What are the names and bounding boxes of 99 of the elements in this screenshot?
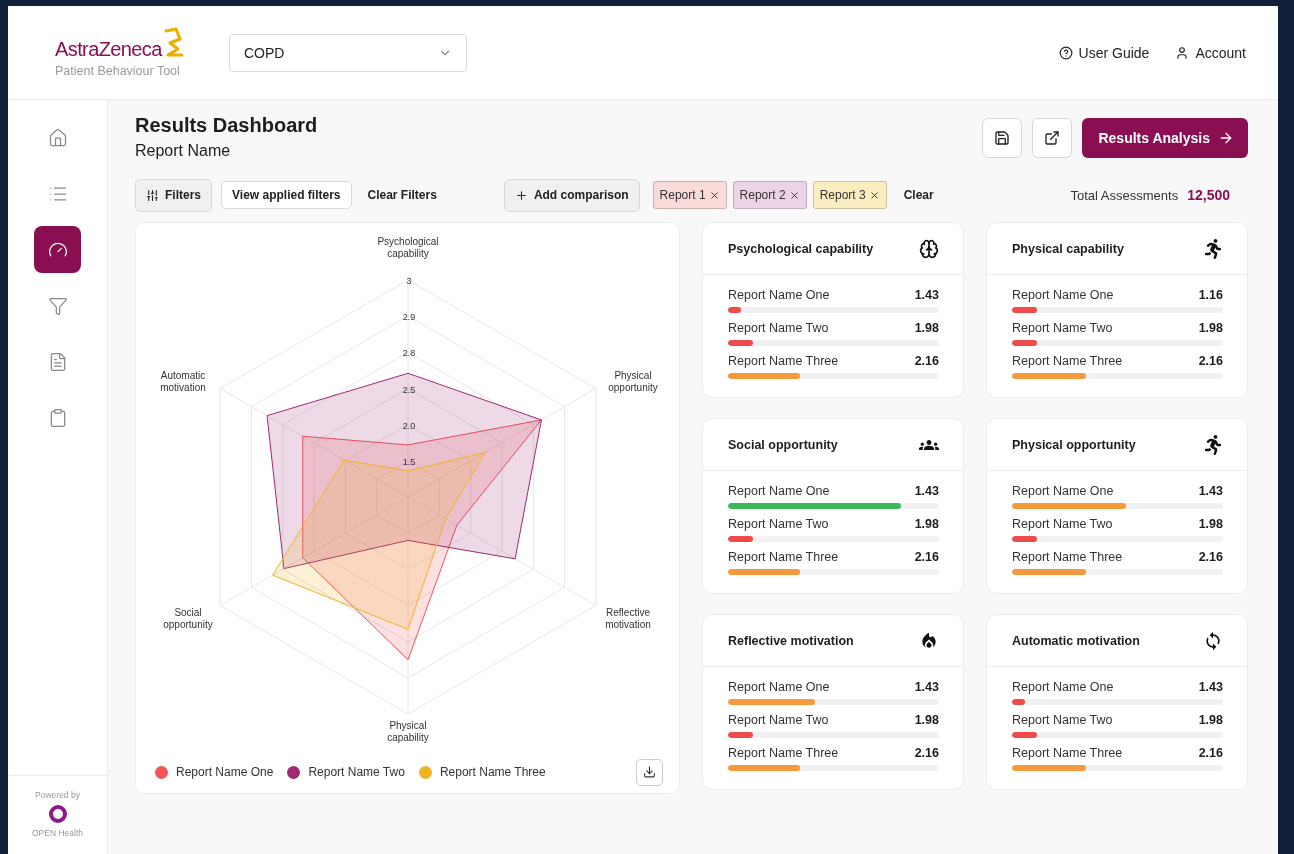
report-label: Report Name Two — [1012, 517, 1113, 531]
card-title: Physical capability — [1012, 241, 1124, 256]
arrow-right-icon — [1218, 130, 1234, 146]
total-value: 12,500 — [1187, 187, 1230, 203]
save-button[interactable] — [982, 118, 1023, 158]
score-value: 2.16 — [914, 354, 939, 368]
card-title: Automatic motivation — [1012, 633, 1140, 648]
report-chip[interactable]: Report 3 — [812, 181, 887, 209]
score-value: 2.16 — [914, 746, 939, 760]
score-value: 2.16 — [1198, 746, 1223, 760]
tick-label: 2.9 — [402, 312, 416, 323]
score-value: 1.43 — [914, 680, 939, 694]
logo-wordmark: AstraZeneca — [55, 38, 162, 61]
card-title: Physical opportunity — [1012, 437, 1136, 452]
report-label: Report Name One — [728, 484, 830, 498]
clear-comparisons-button[interactable]: Clear — [892, 181, 945, 209]
tick-label: 2.0 — [402, 420, 416, 431]
score-value: 1.98 — [914, 517, 939, 531]
clear-filters-button[interactable]: Clear Filters — [356, 181, 448, 209]
tick-label: 2.5 — [402, 384, 416, 395]
filter-icon — [47, 295, 68, 316]
axis-label: Automatic motivation — [160, 370, 206, 393]
score-value: 1.43 — [1198, 484, 1223, 498]
score-value: 2.16 — [914, 550, 939, 564]
download-icon — [643, 765, 656, 779]
tick-label: 2.8 — [402, 348, 416, 359]
app-subtitle: Patient Behaviour Tool — [55, 64, 181, 78]
axis-label: Physical opportunity — [608, 370, 658, 393]
score-value: 1.43 — [914, 288, 939, 302]
axis-label: Physical capability — [387, 720, 429, 743]
score-value: 1.43 — [1198, 680, 1223, 694]
tick-label: 1.5 — [402, 456, 416, 467]
report-label: Report Name One — [1012, 288, 1114, 302]
report-label: Report Name One — [1012, 680, 1114, 694]
report-label: Report Name Three — [728, 550, 839, 564]
brand-name: OPEN Health — [32, 828, 83, 838]
report-label: Report Name Three — [728, 354, 839, 368]
external-link-icon — [1044, 130, 1061, 146]
remove-icon — [788, 189, 800, 201]
report-label: Report Name One — [728, 288, 830, 302]
user-icon — [1175, 45, 1190, 60]
runner-icon — [1203, 238, 1223, 259]
download-button[interactable] — [636, 758, 663, 786]
user-guide-link[interactable]: User Guide — [1058, 44, 1150, 61]
report-label: Report Name Two — [1012, 321, 1113, 335]
legend-label: Report Name One — [176, 765, 274, 779]
legend-label: Report Name Three — [439, 765, 546, 779]
report-label: Report Name Two — [728, 517, 829, 531]
score-value: 1.98 — [1198, 517, 1223, 531]
filters-button[interactable]: Filters — [135, 178, 212, 212]
remove-icon — [868, 189, 880, 201]
axis-label: Social opportunity — [163, 607, 213, 630]
score-value: 1.16 — [1198, 288, 1223, 302]
score-value: 1.98 — [1198, 713, 1223, 727]
remove-icon — [708, 189, 720, 201]
report-label: Report Name Three — [728, 746, 839, 760]
card-title: Social opportunity — [728, 437, 838, 452]
score-value: 1.98 — [914, 321, 939, 335]
card-title: Psychological capability — [728, 241, 874, 256]
ring-logo-icon — [47, 804, 68, 824]
condition-select[interactable]: COPD — [229, 33, 467, 72]
report-label: Report Name Two — [728, 713, 829, 727]
save-icon — [994, 130, 1011, 146]
sync-icon — [1203, 630, 1223, 651]
sliders-icon — [146, 188, 159, 202]
brain-icon — [919, 238, 939, 259]
report-chip[interactable]: Report 1 — [652, 181, 727, 209]
runner-icon — [1203, 434, 1223, 455]
page-title: Results Dashboard — [135, 114, 318, 137]
report-label: Report Name Two — [1012, 713, 1113, 727]
powered-by-label: Powered by — [35, 790, 80, 800]
report-label: Report Name Three — [1012, 550, 1123, 564]
report-label: Report Name Three — [1012, 354, 1123, 368]
report-label: Report Name One — [728, 680, 830, 694]
score-value: 2.16 — [1198, 550, 1223, 564]
help-icon — [1058, 45, 1073, 60]
add-comparison-button[interactable]: Add comparison — [503, 178, 640, 212]
legend-label: Report Name Two — [308, 765, 405, 779]
report-label: Report Name Two — [728, 321, 829, 335]
card-title: Reflective motivation — [728, 633, 854, 648]
report-chip[interactable]: Report 2 — [732, 181, 807, 209]
axis-label: Psychological capability — [377, 236, 439, 259]
account-link[interactable]: Account — [1175, 44, 1246, 61]
score-value: 1.43 — [914, 484, 939, 498]
score-value: 1.98 — [1198, 321, 1223, 335]
report-label: Report Name One — [1012, 484, 1114, 498]
score-value: 2.16 — [1198, 354, 1223, 368]
home-icon — [47, 127, 68, 148]
report-name: Report Name — [135, 142, 232, 160]
export-button[interactable] — [1032, 118, 1073, 158]
view-filters-button[interactable]: View applied filters — [221, 181, 352, 209]
sidebar-item[interactable] — [34, 226, 81, 273]
plus-icon — [514, 188, 528, 202]
tick-label: 3 — [406, 276, 412, 286]
report-label: Report Name Three — [1012, 746, 1123, 760]
axis-label: Reflective motivation — [605, 607, 651, 630]
total-label: Total Assessments — [1070, 188, 1179, 203]
score-value: 1.98 — [914, 713, 939, 727]
results-analysis-button[interactable]: Results Analysis — [1082, 118, 1248, 158]
